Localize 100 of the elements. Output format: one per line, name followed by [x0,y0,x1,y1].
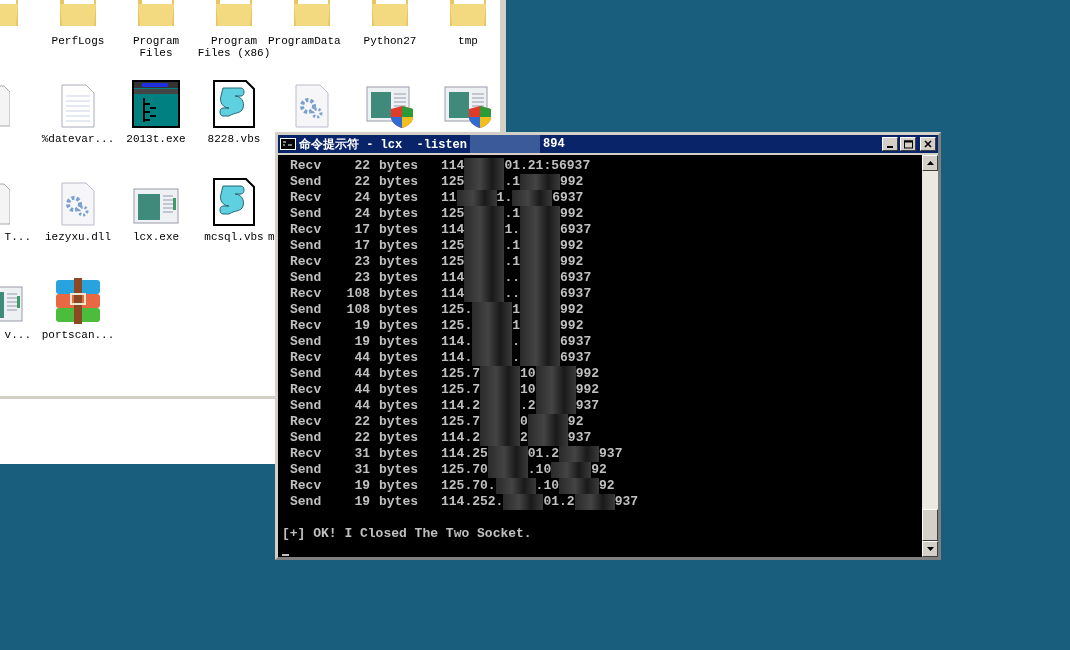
scroll-down-button[interactable] [922,541,938,557]
address-text: 937 [614,494,639,510]
redaction-block [456,190,497,206]
window-title: 894 [543,137,565,151]
gear-file-icon[interactable] [295,84,329,128]
address-text: 114.25 [441,446,488,462]
address-text: 125 [441,174,465,190]
app-window-icon[interactable] [133,186,179,226]
minimize-button[interactable] [882,137,898,151]
file-label[interactable]: m [268,231,275,243]
unit-text: bytes [379,222,419,238]
script-file-icon[interactable] [213,178,255,226]
redaction-block [464,158,505,174]
tree-window-icon[interactable] [132,80,180,128]
address-text: 114. [441,350,473,366]
unit-text: bytes [379,270,419,286]
address-text: 125.7 [441,366,480,382]
redaction-block [480,430,520,446]
address-text: 6937 [560,334,592,350]
byte-count: 19 [353,318,370,334]
window-shield-icon[interactable] [366,84,414,128]
direction-text: Send [290,462,323,478]
direction-text: Send [290,206,323,222]
byte-count: 19 [353,334,370,350]
address-text: 6937 [560,350,592,366]
text-cursor [282,554,289,556]
redaction-block [464,286,505,302]
file-label[interactable]: PerfLogs [51,35,105,47]
unit-text: bytes [379,382,419,398]
file-label[interactable]: lcx.exe [132,231,180,243]
file-label[interactable]: portscan... [41,329,115,341]
file-label[interactable]: 8228.vbs [207,133,261,145]
archive-icon[interactable] [54,278,102,324]
file-label[interactable]: tmp [458,35,478,47]
byte-count: 23 [353,270,370,286]
address-text: 114.2 [441,430,480,446]
window-shield-icon[interactable] [444,84,492,128]
unit-text: bytes [379,286,419,302]
file-label[interactable]: Program Files [118,35,194,59]
byte-count: 23 [353,254,370,270]
redaction-block [559,446,600,462]
file-label[interactable]: 2013t.exe [126,133,186,145]
redaction-block [520,174,560,190]
file-label[interactable]: v... [4,329,31,341]
scroll-thumb[interactable] [922,509,938,541]
address-text: 992 [560,206,584,222]
gear-file-icon[interactable] [61,182,95,226]
address-text: 992 [560,302,584,318]
address-text: 992 [560,254,584,270]
byte-count: 17 [353,222,370,238]
script-file-icon[interactable] [213,80,255,128]
console-message: [+] OK! I Closed The Two Socket. [282,526,533,542]
unit-text: bytes [379,174,419,190]
direction-text: Send [290,334,323,350]
address-text: 125. [441,318,473,334]
byte-count: 44 [353,366,370,382]
redaction-block [495,478,536,494]
direction-text: Recv [290,414,323,430]
byte-count: 22 [353,158,370,174]
redaction-block [520,350,561,366]
file-label[interactable]: T... [4,231,31,243]
down-arrow-icon [926,547,934,551]
unit-text: bytes [379,206,419,222]
address-text: 125 [441,254,465,270]
address-text: 1. [496,190,513,206]
unit-text: bytes [379,478,419,494]
direction-text: Send [290,302,323,318]
address-text: 937 [575,398,600,414]
address-text: 0 [520,414,528,430]
byte-count: 31 [353,462,370,478]
console-icon [280,138,296,150]
unit-text: bytes [379,334,419,350]
address-text: .1 [504,206,520,222]
address-text: 114.2 [441,398,480,414]
redaction-block [472,350,513,366]
direction-text: Recv [290,254,323,270]
file-label[interactable]: iezyxu.dll [45,231,111,243]
direction-text: Recv [290,318,323,334]
byte-count: 22 [353,174,370,190]
maximize-button[interactable] [900,137,916,151]
unit-text: bytes [379,414,419,430]
address-text: 2 [520,430,528,446]
byte-count: 108 [345,302,370,318]
close-button[interactable] [920,137,936,151]
address-text: 992 [575,366,600,382]
unit-text: bytes [379,238,419,254]
file-label[interactable]: Python27 [363,35,417,47]
direction-text: Send [290,366,323,382]
redaction-block [487,446,528,462]
file-label[interactable]: %datevar... [41,133,115,145]
direction-text: Send [290,494,323,510]
vertical-scrollbar[interactable] [922,155,938,557]
file-label[interactable]: ProgramData [268,35,341,47]
address-text: 01.21:56937 [504,158,591,174]
address-text: 114 [441,158,465,174]
file-label[interactable]: mcsql.vbs [204,231,264,243]
address-text: 6937 [560,270,592,286]
scroll-up-button[interactable] [922,155,938,171]
direction-text: Recv [290,446,323,462]
direction-text: Recv [290,478,323,494]
